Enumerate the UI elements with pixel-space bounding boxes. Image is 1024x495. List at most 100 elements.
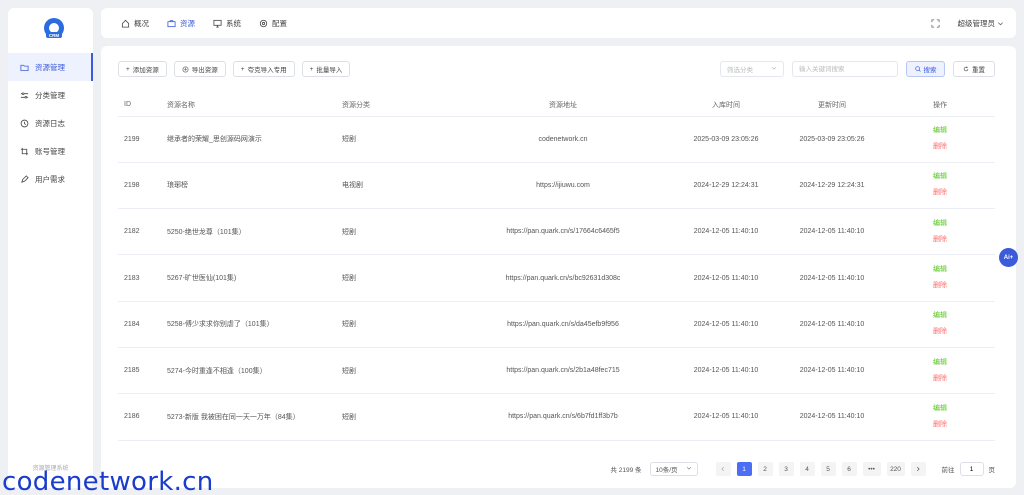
delete-link[interactable]: 删除	[885, 371, 995, 387]
sidebar-item-label: 账号管理	[35, 146, 65, 156]
cell-actions: 编辑 删除	[885, 162, 995, 210]
cell-created: 2024-12-29 12:24:31	[673, 162, 779, 210]
sidebar-item-user-requests[interactable]: 用户需求	[8, 165, 93, 193]
cell-updated: 2024-12-05 11:40:10	[779, 347, 885, 395]
tab-system[interactable]: 系统	[213, 18, 241, 29]
sidebar-item-account-management[interactable]: 账号管理	[8, 137, 93, 165]
cell-category: 电视剧	[336, 162, 453, 210]
refresh-icon	[963, 66, 969, 72]
delete-link[interactable]: 删除	[885, 185, 995, 201]
cell-updated: 2024-12-29 12:24:31	[779, 162, 885, 210]
edit-link[interactable]: 编辑	[885, 401, 995, 417]
sidebar-nav: 资源管理 分类管理 资源日志 账号管理 用户需求	[8, 53, 93, 193]
tab-label: 概况	[134, 18, 149, 28]
cell-updated: 2025-03-09 23:05:26	[779, 116, 885, 163]
cell-url: https://pan.quark.cn/s/2b1a48fec715	[453, 347, 673, 395]
edit-link[interactable]: 编辑	[885, 216, 995, 232]
edit-link[interactable]: 编辑	[885, 262, 995, 278]
cell-actions: 编辑 删除	[885, 347, 995, 395]
edit-link[interactable]: 编辑	[885, 308, 995, 324]
action-toolbar: + 添加资源 导出资源 + 夸克导入专用 + 批量导入	[118, 61, 357, 77]
page-ellipsis[interactable]: •••	[862, 462, 881, 476]
edit-link[interactable]: 编辑	[885, 123, 995, 139]
cell-name: 5267-旷世医仙(101集)	[161, 254, 336, 302]
keyword-search-input[interactable]	[792, 61, 898, 77]
edit-link[interactable]: 编辑	[885, 355, 995, 371]
chevron-right-icon	[917, 466, 920, 472]
cell-actions: 编辑 删除	[885, 393, 995, 441]
batch-import-button[interactable]: + 批量导入	[301, 61, 351, 77]
delete-link[interactable]: 删除	[885, 417, 995, 433]
cell-name: 5274-今时重逢不相逢（100集）	[161, 347, 336, 395]
cell-created: 2024-12-05 11:40:10	[673, 393, 779, 441]
tab-config[interactable]: 配置	[259, 18, 287, 29]
goto-page: 前往 页	[942, 462, 995, 476]
export-resource-button[interactable]: 导出资源	[173, 61, 226, 77]
monitor-icon	[213, 19, 222, 28]
cell-url: https://pan.quark.cn/s/17664c6465f5	[453, 208, 673, 256]
button-label: 添加资源	[132, 67, 159, 74]
button-label: 重置	[972, 67, 985, 74]
delete-link[interactable]: 删除	[885, 139, 995, 155]
cell-name: 5273-新版 我被困在同一天一万年（84集）	[161, 393, 336, 441]
tab-resources[interactable]: 资源	[167, 18, 195, 29]
table-header-row: ID 资源名称 资源分类 资源地址 入库时间 更新时间 操作	[118, 94, 995, 117]
cell-id: 2185	[118, 347, 161, 395]
prev-page-button[interactable]	[715, 462, 731, 476]
plus-icon: +	[240, 65, 245, 73]
plus-icon: +	[309, 65, 314, 73]
page-number-button[interactable]: 1	[736, 462, 752, 476]
table-row: 2198 琅琊榜 电视剧 https://ijiuwu.com 2024-12-29 1…	[118, 162, 995, 210]
add-resource-button[interactable]: + 添加资源	[118, 61, 167, 77]
cell-updated: 2024-12-05 11:40:10	[779, 393, 885, 441]
total-count: 共 2199 条	[610, 467, 642, 474]
user-menu[interactable]: 超级管理员	[958, 18, 1005, 29]
cell-id: 2186	[118, 393, 161, 441]
sidebar-item-label: 用户需求	[35, 174, 65, 184]
button-label: 批量导入	[316, 67, 343, 74]
ai-assistant-button[interactable]: Ai+	[999, 248, 1018, 267]
next-page-button[interactable]	[910, 462, 926, 476]
quark-import-button[interactable]: + 夸克导入专用	[232, 61, 295, 77]
fullscreen-icon[interactable]	[930, 18, 940, 28]
resource-table: ID 资源名称 资源分类 资源地址 入库时间 更新时间 操作 2199 继承者的荣…	[118, 94, 995, 441]
sidebar-item-label: 资源日志	[35, 118, 65, 128]
sidebar-item-category-management[interactable]: 分类管理	[8, 81, 93, 109]
cell-actions: 编辑 删除	[885, 301, 995, 348]
cell-name: 继承者的荣耀_思创源码网演示	[161, 116, 336, 163]
button-label: 导出资源	[191, 67, 218, 74]
cell-created: 2024-12-05 11:40:10	[673, 347, 779, 395]
logo-text: CRM	[49, 33, 59, 38]
page-number-button[interactable]: 5	[820, 462, 836, 476]
category-filter-select[interactable]: 筛选分类	[720, 61, 784, 77]
table-row: 2199 继承者的荣耀_思创源码网演示 短剧 codenetwork.cn 2025-0…	[118, 116, 995, 163]
sidebar-item-resource-management[interactable]: 资源管理	[8, 53, 93, 81]
page-number-button[interactable]: 4	[799, 462, 815, 476]
sidebar-item-resource-log[interactable]: 资源日志	[8, 109, 93, 137]
goto-page-input[interactable]	[959, 462, 984, 476]
page-number-button[interactable]: 6	[841, 462, 857, 476]
search-icon	[914, 66, 921, 72]
delete-link[interactable]: 删除	[885, 278, 995, 294]
page-number-button[interactable]: 220	[886, 462, 905, 476]
edit-link[interactable]: 编辑	[885, 169, 995, 185]
reset-button[interactable]: 重置	[953, 61, 995, 77]
page-number-button[interactable]: 3	[778, 462, 794, 476]
cell-updated: 2024-12-05 11:40:10	[779, 301, 885, 348]
table-row: 2186 5273-新版 我被困在同一天一万年（84集） 短剧 https://pan…	[118, 393, 995, 441]
delete-link[interactable]: 删除	[885, 232, 995, 248]
tab-label: 资源	[180, 18, 195, 28]
home-icon	[121, 19, 130, 28]
cell-category: 短剧	[336, 116, 453, 163]
export-icon	[182, 66, 189, 73]
search-button[interactable]: 搜索	[906, 61, 945, 77]
cell-category: 短剧	[336, 208, 453, 256]
cell-actions: 编辑 删除	[885, 254, 995, 302]
tab-overview[interactable]: 概况	[121, 18, 149, 29]
cell-url: https://pan.quark.cn/s/da45efb9f956	[453, 301, 673, 348]
page-size-select[interactable]: 10条/页	[649, 462, 698, 476]
gear-icon	[259, 19, 268, 28]
page-number-button[interactable]: 2	[757, 462, 773, 476]
cell-id: 2199	[118, 116, 161, 163]
delete-link[interactable]: 删除	[885, 324, 995, 340]
